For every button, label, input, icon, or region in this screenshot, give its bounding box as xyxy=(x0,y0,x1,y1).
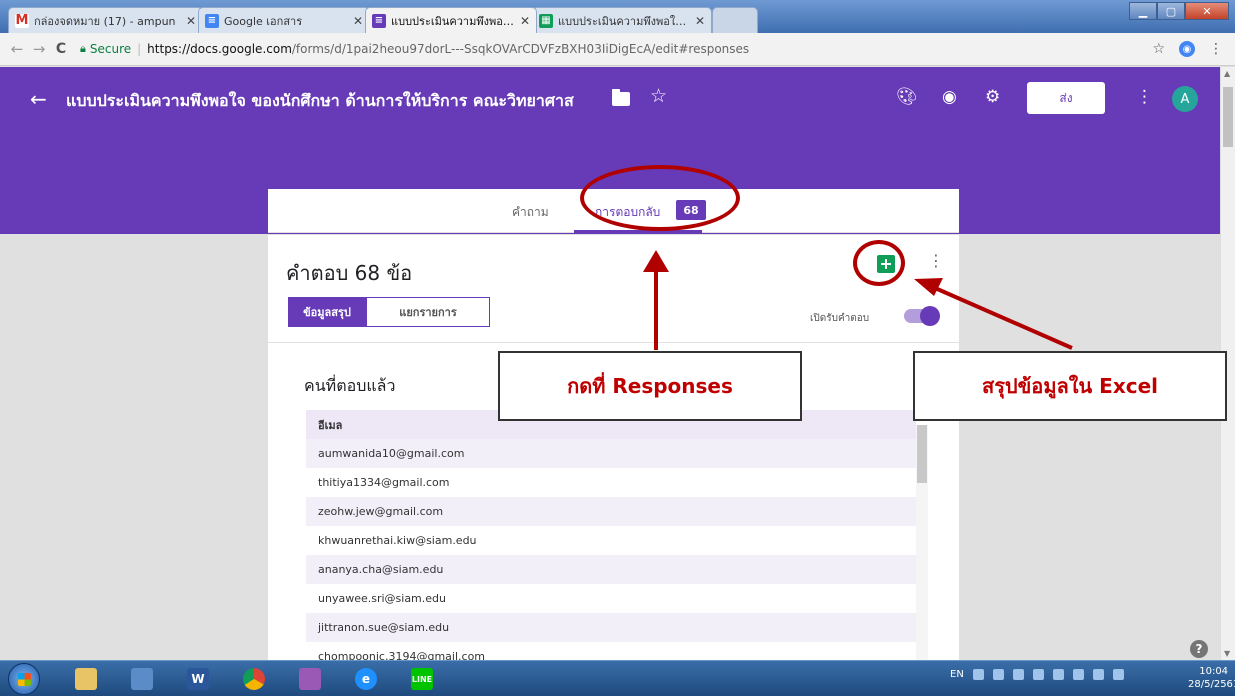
star-icon[interactable]: ☆ xyxy=(650,85,667,107)
file-explorer-icon[interactable] xyxy=(68,665,104,693)
reload-icon[interactable]: C xyxy=(50,41,72,57)
scroll-up-icon[interactable]: ▲ xyxy=(1224,69,1230,78)
help-icon[interactable]: ? xyxy=(1190,640,1208,658)
tab-google-docs[interactable]: ≡ Google เอกสาร ✕ xyxy=(198,7,370,33)
table-row[interactable]: ananya.cha@siam.edu xyxy=(306,555,916,584)
responses-callout: กดที่ Responses xyxy=(498,351,802,421)
individual-tab[interactable]: แยกรายการ xyxy=(366,297,490,327)
windows-taskbar: W e LINE EN 10:04 28/5/2561 xyxy=(0,660,1235,696)
url-field[interactable]: 🔒︎ Secure | https://docs.google.com /for… xyxy=(80,42,749,56)
tab-title: Google เอกสาร xyxy=(224,14,303,28)
clock-date: 28/5/2561 xyxy=(1188,679,1235,690)
folder-icon[interactable] xyxy=(612,89,630,106)
active-tab-indicator xyxy=(574,230,702,233)
extension-icon[interactable]: ◉ xyxy=(1179,41,1195,57)
battery-icon[interactable] xyxy=(1072,669,1084,680)
security-icon[interactable] xyxy=(1032,669,1044,680)
speaker-icon[interactable] xyxy=(972,669,984,680)
close-icon[interactable]: ✕ xyxy=(186,14,196,28)
close-icon[interactable]: ✕ xyxy=(695,14,705,28)
list-scroll-thumb[interactable] xyxy=(917,425,927,483)
window-controls: ▁ ▢ ✕ xyxy=(1129,2,1229,20)
update-icon[interactable] xyxy=(1052,669,1064,680)
more-vert-icon[interactable]: ⋮ xyxy=(1136,87,1153,107)
table-row[interactable]: khwuanrethai.kiw@siam.edu xyxy=(306,526,916,555)
language-indicator[interactable]: EN xyxy=(950,669,964,680)
app-tray-icon[interactable] xyxy=(992,669,1004,680)
respondents-title: คนที่ตอบแล้ว xyxy=(304,376,396,395)
sheets-icon: ▦ xyxy=(539,13,553,28)
url-path: /forms/d/1pai2heou97dorL---SsqkOVArCDVFz… xyxy=(291,42,750,56)
avatar[interactable]: A xyxy=(1172,86,1198,112)
tab-sheets[interactable]: ▦ แบบประเมินความพึงพอใจ ข ✕ xyxy=(532,7,712,33)
word-icon[interactable]: W xyxy=(180,665,216,693)
internet-explorer-icon[interactable]: e xyxy=(348,665,384,693)
url-host: https://docs.google.com xyxy=(147,42,292,56)
send-button[interactable]: ส่ง xyxy=(1027,82,1105,114)
back-icon[interactable]: ← xyxy=(6,40,28,58)
table-row[interactable]: thitiya1334@gmail.com xyxy=(306,468,916,497)
table-row[interactable]: aumwanida10@gmail.com xyxy=(306,439,916,468)
list-scrollbar[interactable] xyxy=(916,425,928,660)
forms-icon: ≡ xyxy=(372,13,386,28)
new-tab-button[interactable] xyxy=(712,7,758,33)
browser-tab-strip: M กล่องจดหมาย (17) - ampun ✕ ≡ Google เอ… xyxy=(0,0,1235,33)
tab-title: กล่องจดหมาย (17) - ampun xyxy=(34,14,176,28)
table-row[interactable]: jittranon.sue@siam.edu xyxy=(306,613,916,642)
back-arrow-icon[interactable]: ← xyxy=(30,87,47,111)
clock[interactable]: 10:04 28/5/2561 xyxy=(1188,665,1235,691)
close-icon[interactable]: ✕ xyxy=(520,14,530,28)
summary-tab[interactable]: ข้อมูลสรุป xyxy=(288,297,366,327)
responses-highlight-ring xyxy=(580,165,740,231)
window-close-icon[interactable]: ✕ xyxy=(1185,2,1229,20)
sheets-highlight-ring xyxy=(853,240,905,286)
address-bar: ← → C 🔒︎ Secure | https://docs.google.co… xyxy=(0,33,1235,66)
form-title[interactable]: แบบประเมินความพึงพอใจ ของนักศึกษา ด้านกา… xyxy=(66,89,574,114)
forward-icon[interactable]: → xyxy=(28,40,50,58)
maximize-icon[interactable]: ▢ xyxy=(1157,2,1185,20)
scroll-down-icon[interactable]: ▼ xyxy=(1224,649,1230,658)
preview-eye-icon[interactable]: ◉ xyxy=(942,87,957,107)
tab-forms[interactable]: ≡ แบบประเมินความพึงพอใจ ข ✕ xyxy=(365,7,537,33)
respondents-table: อีเมล aumwanida10@gmail.com thitiya1334@… xyxy=(306,410,916,660)
scroll-thumb[interactable] xyxy=(1223,87,1233,147)
browser-menu-icon[interactable]: ⋮ xyxy=(1209,41,1223,57)
accepting-responses-toggle[interactable] xyxy=(904,306,940,326)
close-icon[interactable]: ✕ xyxy=(353,14,363,28)
accepting-responses-label: เปิดรับคำตอบ xyxy=(810,313,870,324)
tab-title: แบบประเมินความพึงพอใจ ข xyxy=(558,14,689,28)
chrome-icon[interactable] xyxy=(236,665,272,693)
responses-title: คำตอบ 68 ข้อ xyxy=(286,261,413,285)
flag-icon[interactable] xyxy=(1092,669,1104,680)
system-tray: EN xyxy=(950,669,1124,680)
network-app-icon[interactable] xyxy=(124,665,160,693)
settings-gear-icon[interactable]: ⚙ xyxy=(985,87,1000,107)
table-row[interactable]: zeohw.jew@gmail.com xyxy=(306,497,916,526)
secure-label: Secure xyxy=(89,42,132,56)
bookmark-star-icon[interactable]: ☆ xyxy=(1152,41,1165,57)
table-row[interactable]: unyawee.sri@siam.edu xyxy=(306,584,916,613)
more-vert-icon[interactable]: ⋮ xyxy=(928,253,944,269)
keyboard-icon[interactable] xyxy=(1012,669,1024,680)
tab-gmail[interactable]: M กล่องจดหมาย (17) - ampun ✕ xyxy=(8,7,203,33)
line-app-icon[interactable]: LINE xyxy=(404,665,440,693)
table-row[interactable]: chompoonic.3194@gmail.com xyxy=(306,642,916,660)
tab-questions[interactable]: คำถาม xyxy=(512,203,549,222)
minimize-icon[interactable]: ▁ xyxy=(1129,2,1157,20)
docs-icon: ≡ xyxy=(205,13,219,28)
palette-icon[interactable]: 🎨︎ xyxy=(896,87,918,107)
start-button[interactable] xyxy=(8,663,40,695)
paint-app-icon[interactable] xyxy=(292,665,328,693)
excel-callout: สรุปข้อมูลใน Excel xyxy=(913,351,1227,421)
address-actions: ☆ ◉ ⋮ xyxy=(1152,41,1223,57)
gmail-icon: M xyxy=(15,13,29,28)
tab-title: แบบประเมินความพึงพอใจ ข xyxy=(391,14,514,28)
responses-card: คำตอบ 68 ข้อ ⋮ ข้อมูลสรุป แยกรายการ เปิด… xyxy=(268,235,959,660)
url-separator: | xyxy=(137,42,142,56)
clock-time: 10:04 xyxy=(1199,666,1229,677)
lock-icon: 🔒︎ xyxy=(80,42,86,55)
signal-icon[interactable] xyxy=(1112,669,1124,680)
